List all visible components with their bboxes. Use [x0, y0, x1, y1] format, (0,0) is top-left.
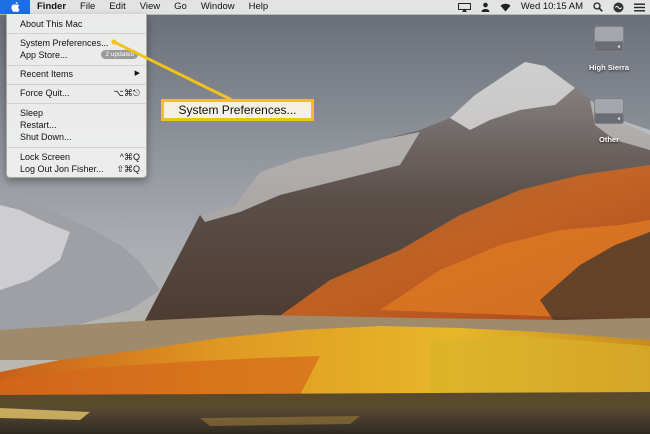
desktop-icon-high-sierra[interactable]: High Sierra [587, 20, 631, 72]
callout-pointer [111, 39, 233, 102]
system-preferences-callout: System Preferences... [161, 99, 314, 121]
callout-label: System Preferences... [178, 103, 297, 117]
desktop-icon-other[interactable]: Other [587, 92, 631, 144]
desktop-icon-label: High Sierra [588, 63, 629, 72]
desktop-icon-label: Other [598, 135, 619, 144]
hard-drive-icon [594, 26, 624, 52]
hard-drive-icon [594, 98, 624, 124]
